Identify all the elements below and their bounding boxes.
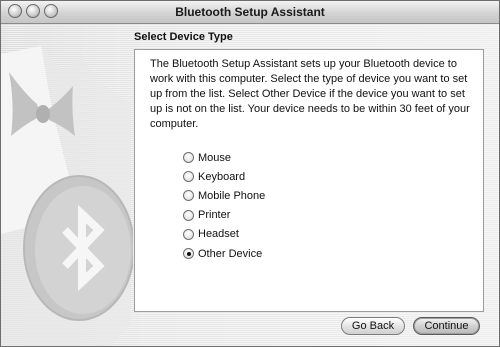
content-panel: The Bluetooth Setup Assistant sets up yo… [134,49,484,312]
radio-label: Other Device [198,247,263,260]
radio-label: Keyboard [198,170,246,183]
radio-option-mobile-phone[interactable]: Mobile Phone [183,186,265,205]
radio-option-mouse[interactable]: Mouse [183,148,265,167]
device-type-radio-group: Mouse Keyboard Mobile Phone Printer Head… [183,148,265,263]
radio-option-headset[interactable]: Headset [183,225,265,244]
radio-button[interactable] [183,209,194,221]
go-back-button[interactable]: Go Back [341,317,405,335]
radio-option-other-device[interactable]: Other Device [183,244,265,263]
radio-button[interactable] [183,152,194,164]
tuxedo-bluetooth-icon [1,46,133,346]
page-title: Select Device Type [134,31,233,43]
radio-option-printer[interactable]: Printer [183,206,265,225]
radio-label: Headset [198,228,239,241]
radio-label: Printer [198,209,231,222]
radio-button[interactable] [183,248,194,260]
radio-label: Mouse [198,151,232,164]
title-bar[interactable]: Bluetooth Setup Assistant [1,1,499,24]
instructions-text: The Bluetooth Setup Assistant sets up yo… [150,58,470,130]
radio-option-keyboard[interactable]: Keyboard [183,167,265,186]
setup-assistant-window: Bluetooth Setup Assistant Select Device … [0,0,500,347]
radio-label: Mobile Phone [198,189,266,202]
radio-button[interactable] [183,228,194,240]
window-title: Bluetooth Setup Assistant [175,5,325,19]
radio-button[interactable] [183,171,194,183]
continue-button[interactable]: Continue [413,317,480,335]
assistant-body: Select Device Type The Bluetooth Setup A… [1,24,499,346]
radio-button[interactable] [183,190,194,202]
